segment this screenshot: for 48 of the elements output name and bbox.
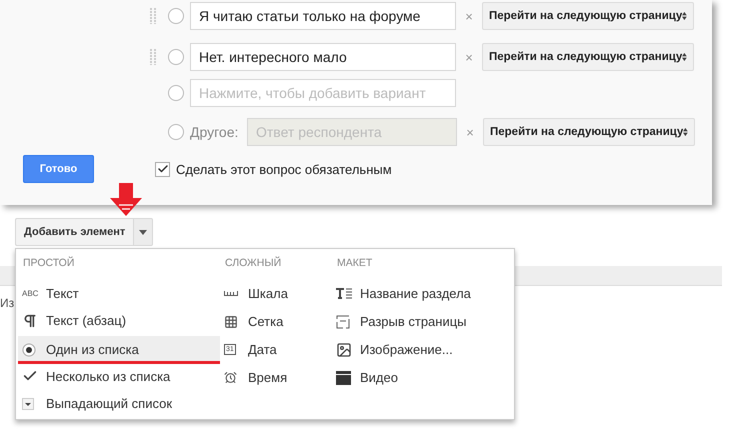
pilcrow-icon [22, 312, 38, 329]
drag-handle-icon[interactable] [150, 49, 156, 65]
abc-icon: ABC [22, 288, 38, 298]
sort-arrows-icon [682, 51, 687, 63]
menu-item[interactable]: Название раздела [332, 281, 512, 309]
grid-icon [224, 314, 238, 328]
menu-item[interactable]: ABC Текст [18, 280, 220, 308]
menu-item[interactable]: Видео [332, 365, 512, 393]
menu-item[interactable]: Сетка [220, 309, 332, 337]
page-break-icon [336, 314, 350, 328]
menu-item[interactable]: Несколько из списка [18, 364, 220, 392]
required-label: Сделать этот вопрос обязательным [176, 162, 392, 176]
menu-section-header: МАКЕТ [337, 257, 374, 271]
page-navigation-select[interactable]: Перейти на следующую страницу [482, 2, 694, 30]
radio-icon [22, 342, 36, 357]
menu-item[interactable]: Разрыв страницы [332, 309, 512, 337]
menu-item[interactable]: Шкала [220, 281, 332, 309]
image-icon [336, 342, 352, 358]
alarm-clock-icon [224, 371, 237, 384]
menu-item[interactable]: Время [220, 365, 332, 393]
other-label: Другое: [190, 124, 240, 140]
sort-arrows-icon [682, 10, 687, 22]
caret-button[interactable] [133, 218, 154, 246]
menu-item[interactable]: Текст (абзац) [18, 308, 220, 336]
caret-icon [139, 230, 148, 234]
menu-item[interactable]: Изображение... [332, 337, 512, 365]
ruler-icon [224, 291, 238, 296]
radio-button[interactable] [168, 8, 184, 24]
menu-section-header: ПРОСТОЙ [23, 257, 76, 271]
dropdown-icon [22, 398, 34, 410]
option-field[interactable]: Нет. интересного мало [190, 43, 456, 71]
clapperboard-icon [336, 370, 351, 384]
page-navigation-select[interactable]: Перейти на следующую страницу [483, 118, 695, 146]
required-checkbox[interactable] [155, 162, 170, 176]
background-text: Из [0, 296, 16, 310]
add-option-field[interactable]: Нажмите, чтобы добавить вариант [190, 79, 456, 107]
heading-icon [336, 288, 352, 299]
option-field[interactable]: Я читаю статьи только на форуме [190, 2, 456, 30]
drag-handle-icon[interactable] [150, 8, 156, 24]
sort-arrows-icon [683, 126, 688, 138]
menu-item[interactable]: Один из списка [18, 336, 220, 364]
radio-button[interactable] [168, 49, 184, 65]
add-item-button[interactable]: Добавить элемент [15, 218, 134, 246]
page-navigation-select[interactable]: Перейти на следующую страницу [482, 43, 694, 71]
menu-item[interactable]: Выпадающий список [18, 391, 220, 419]
radio-button[interactable] [168, 124, 184, 140]
radio-button[interactable] [168, 85, 184, 101]
menu-section-header: СЛОЖНЫЙ [225, 257, 282, 271]
